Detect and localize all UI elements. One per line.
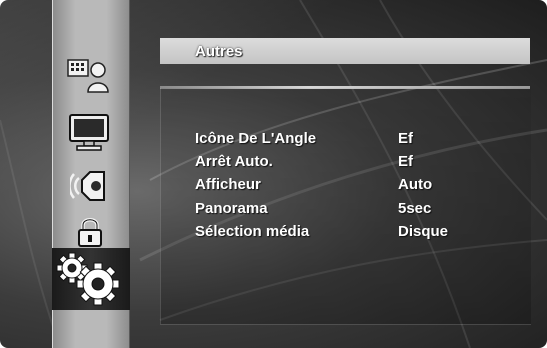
- setting-value[interactable]: Disque: [398, 221, 448, 243]
- lock-icon[interactable]: [77, 216, 103, 248]
- setting-value[interactable]: Auto: [398, 174, 432, 196]
- setting-label: Afficheur: [195, 176, 261, 193]
- setting-label: Icône De L'Angle: [195, 130, 317, 147]
- setting-label: Sélection média: [195, 223, 310, 240]
- setting-label: Panorama: [195, 200, 268, 217]
- setting-label: Arrêt Auto.: [195, 153, 273, 170]
- setting-value[interactable]: Ef: [398, 128, 413, 150]
- menu-title: Autres: [195, 43, 243, 60]
- language-icon[interactable]: [66, 54, 112, 94]
- setting-value[interactable]: 5sec: [398, 198, 431, 220]
- osd-setup-screen: Autres Icône De L'Angle Ef Arrêt Auto. E…: [0, 0, 547, 348]
- settings-gears-icon[interactable]: [56, 252, 122, 308]
- setting-value[interactable]: Ef: [398, 151, 413, 173]
- display-icon[interactable]: [68, 112, 110, 152]
- audio-icon[interactable]: [70, 168, 110, 204]
